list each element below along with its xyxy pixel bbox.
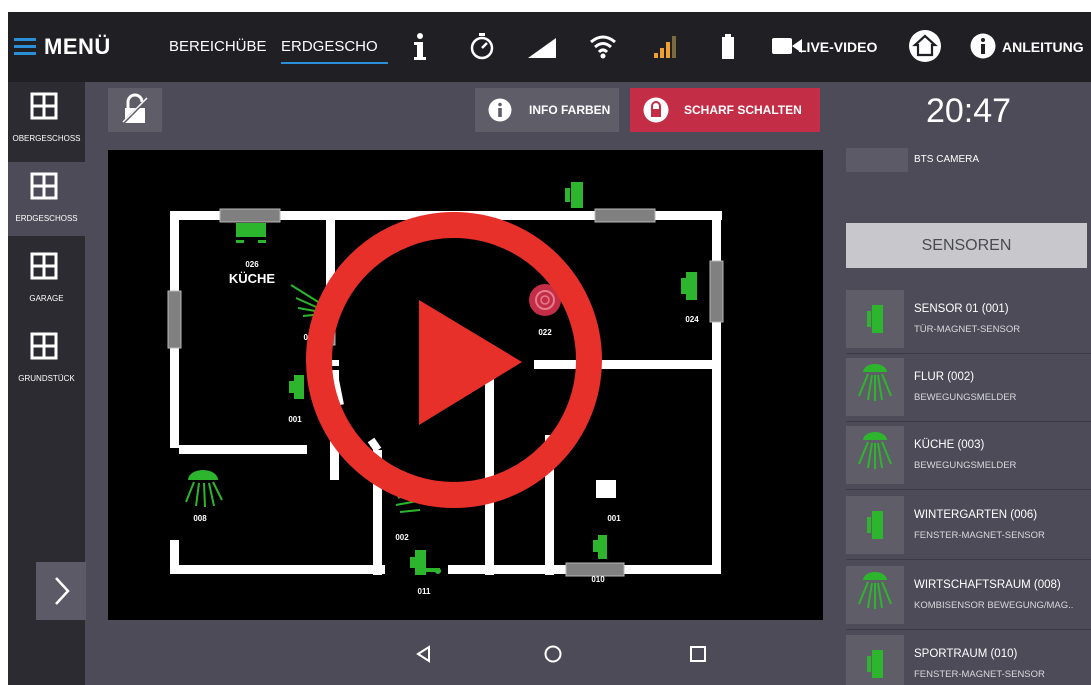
- chevron-right-icon: [55, 577, 70, 605]
- sidebar-item-erdgeschoss[interactable]: ERDGESCHOSS: [8, 162, 85, 236]
- sidebar-item-grundstueck[interactable]: GRUNDSTÜCK: [8, 322, 85, 396]
- floorplan-grid-icon: [30, 252, 58, 280]
- sensor-thumbnail: [846, 566, 904, 624]
- sensor-list-item[interactable]: FLUR (002) BEWEGUNGSMELDER: [846, 355, 1091, 422]
- device-label: 001: [607, 514, 621, 523]
- timer-icon[interactable]: [466, 30, 498, 62]
- door-sensor-icon: [867, 511, 883, 539]
- sensor-type: BEWEGUNGSMELDER: [914, 460, 1017, 471]
- floorplan-grid-icon: [30, 92, 58, 120]
- video-play-button[interactable]: [304, 210, 604, 510]
- back-nav-icon[interactable]: [414, 644, 434, 664]
- motion-sensor-icon: [858, 432, 892, 469]
- device-label: 026: [245, 260, 259, 269]
- unlock-icon: [120, 93, 150, 126]
- sidebar-item-label: GRUNDSTÜCK: [18, 374, 75, 383]
- sensor-thumbnail: [846, 290, 904, 348]
- menu-label: MENÜ: [44, 34, 111, 59]
- play-icon: [306, 212, 602, 508]
- clock: 20:47: [925, 92, 1012, 130]
- info-colors-button[interactable]: INFO FARBEN: [475, 88, 619, 132]
- device-label: 008: [193, 514, 207, 523]
- door-sensor-icon: [867, 650, 883, 678]
- device-label: 011: [417, 587, 431, 596]
- sensor-thumbnail: [846, 496, 904, 554]
- lock-toggle-button[interactable]: [108, 88, 162, 132]
- sensor-type: BEWEGUNGSMELDER: [914, 392, 1017, 403]
- signal-triangle-icon: [528, 38, 556, 58]
- sensor-list-item[interactable]: WINTERGARTEN (006) FENSTER-MAGNET-SENSOR: [846, 493, 1091, 560]
- info-icon[interactable]: [404, 30, 436, 62]
- sensor-name: WIRTSCHAFTSRAUM (008): [914, 579, 1061, 591]
- motion-sensor-icon: [858, 364, 892, 401]
- wifi-icon: [590, 35, 616, 59]
- home-nav-icon[interactable]: [543, 644, 563, 664]
- arm-system-label: SCHARF SCHALTEN: [684, 103, 802, 117]
- lock-circle-icon: [643, 97, 669, 123]
- sensor-name: SENSOR 01 (001): [914, 303, 1009, 315]
- sensor-name: KÜCHE (003): [914, 439, 985, 451]
- cell-signal-icon: [654, 36, 676, 58]
- motion-sensor-icon: [858, 572, 892, 609]
- sidebar-item-label: OBERGESCHOSS: [12, 134, 81, 143]
- sensor-thumbnail: [846, 635, 904, 685]
- sensor-list-item[interactable]: WIRTSCHAFTSRAUM (008) KOMBISENSOR BEWEGU…: [846, 563, 1091, 630]
- manual-label[interactable]: ANLEITUNG: [1002, 34, 1084, 60]
- sidebar-item-label: ERDGESCHOSS: [15, 214, 78, 223]
- app-window: MENÜ BEREICHÜBE ERDGESCHO LIVE-VIDEO ANL…: [8, 12, 1091, 685]
- device-label: 010: [591, 575, 605, 584]
- info-circle-icon: [488, 98, 512, 122]
- sidebar-item-garage[interactable]: GARAGE: [8, 242, 85, 316]
- sensor-list-item[interactable]: SPORTRAUM (010) FENSTER-MAGNET-SENSOR: [846, 632, 1091, 685]
- device-label: 024: [685, 315, 699, 324]
- device-label: 002: [395, 533, 409, 542]
- sensor-thumbnail: [846, 358, 904, 416]
- sensor-name: SPORTRAUM (010): [914, 648, 1018, 660]
- sensor-list-item[interactable]: KÜCHE (003) BEWEGUNGSMELDER: [846, 423, 1091, 490]
- sidebar-item-label: GARAGE: [29, 294, 64, 303]
- hamburger-icon: [14, 38, 36, 56]
- tab-erdgeschoss[interactable]: ERDGESCHO: [281, 34, 388, 64]
- battery-icon: [722, 34, 734, 59]
- info-circle-icon[interactable]: [970, 33, 996, 59]
- expand-button[interactable]: [36, 562, 86, 620]
- sidebar-item-obergeschoss[interactable]: OBERGESCHOSS: [8, 82, 85, 156]
- floorplan-grid-icon: [30, 332, 58, 360]
- camera-label[interactable]: BTS CAMERA: [914, 154, 979, 165]
- arm-system-button[interactable]: SCHARF SCHALTEN: [630, 88, 820, 132]
- sensor-type: TÜR-MAGNET-SENSOR: [914, 324, 1021, 335]
- info-colors-label: INFO FARBEN: [529, 103, 611, 117]
- sensor-thumbnail: [846, 426, 904, 484]
- top-bar: MENÜ BEREICHÜBE ERDGESCHO LIVE-VIDEO ANL…: [8, 12, 1091, 82]
- recent-apps-icon[interactable]: [688, 644, 708, 664]
- tab-bereichuebersicht[interactable]: BEREICHÜBE: [169, 34, 273, 62]
- sensor-name: FLUR (002): [914, 371, 975, 383]
- floorplan-grid-icon: [30, 172, 58, 200]
- sensor-list-item[interactable]: SENSOR 01 (001) TÜR-MAGNET-SENSOR: [846, 287, 1091, 354]
- sensors-button[interactable]: SENSOREN: [846, 223, 1087, 268]
- room-label-kueche: KÜCHE: [228, 271, 276, 286]
- sensor-type: FENSTER-MAGNET-SENSOR: [914, 669, 1045, 680]
- live-video-label[interactable]: LIVE-VIDEO: [798, 34, 877, 60]
- menu-button[interactable]: MENÜ: [14, 30, 111, 64]
- sensor-name: WINTERGARTEN (006): [914, 509, 1038, 521]
- sensor-type: KOMBISENSOR BEWEGUNG/MAG..: [914, 600, 1074, 611]
- door-sensor-icon: [867, 305, 883, 333]
- sensor-type: FENSTER-MAGNET-SENSOR: [914, 530, 1045, 541]
- camera-thumbnail[interactable]: [846, 148, 908, 172]
- home-icon[interactable]: [908, 29, 942, 63]
